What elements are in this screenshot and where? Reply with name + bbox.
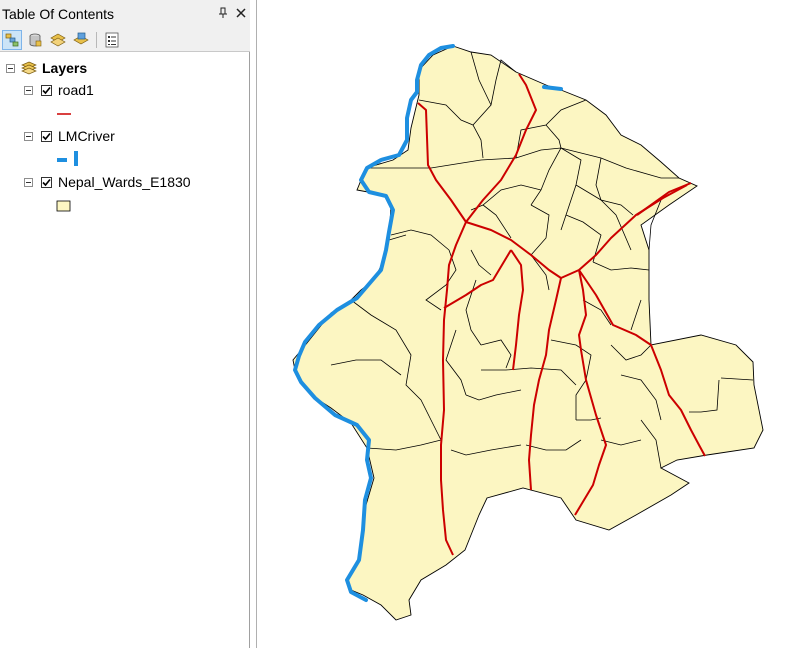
layer-name-lmcriver: LMCriver: [58, 128, 115, 144]
collapse-layers-toggle[interactable]: [6, 63, 15, 73]
list-by-visibility-button[interactable]: [48, 30, 68, 50]
layer-name-road1: road1: [58, 82, 94, 98]
toolbar-separator: [96, 31, 97, 48]
toc-title-bar: Table Of Contents: [0, 0, 250, 28]
toc-title: Table Of Contents: [2, 6, 115, 22]
close-icon[interactable]: [236, 6, 246, 20]
pin-icon[interactable]: [218, 6, 228, 20]
arcmap-window: Table Of Contents Layers road1 LMCriver …: [0, 0, 800, 648]
collapse-nepal-wards-toggle[interactable]: [24, 177, 33, 187]
lmcriver-symbol[interactable]: [56, 148, 80, 168]
options-icon: [105, 32, 119, 47]
checkmark-icon: [42, 132, 51, 140]
map-canvas[interactable]: [257, 0, 800, 648]
red-line-symbol-icon: [57, 113, 71, 115]
list-by-selection-button[interactable]: [71, 30, 91, 50]
list-by-drawing-order-button[interactable]: [2, 29, 22, 50]
road1-symbol[interactable]: [56, 104, 72, 124]
blue-line-symbol-icon: [57, 151, 78, 166]
nepal-wards-symbol[interactable]: [56, 196, 72, 216]
list-by-drawing-order-icon: [5, 33, 19, 46]
nepal-wards-visibility-checkbox[interactable]: [41, 176, 52, 188]
road1-visibility-checkbox[interactable]: [41, 84, 52, 96]
map-display[interactable]: [256, 0, 800, 648]
list-by-source-button[interactable]: [25, 30, 45, 50]
layer-name-nepal-wards: Nepal_Wards_E1830: [58, 174, 191, 190]
layers-group-label: Layers: [42, 60, 88, 76]
layer-row-road1[interactable]: road1: [24, 80, 94, 100]
checkmark-icon: [42, 178, 51, 186]
checkmark-icon: [42, 86, 51, 94]
table-of-contents-panel: Table Of Contents Layers road1 LMCriver …: [0, 0, 250, 648]
list-by-visibility-icon: [50, 33, 66, 46]
options-button[interactable]: [102, 30, 122, 50]
layers-group-row[interactable]: Layers: [6, 58, 87, 78]
lmcriver-visibility-checkbox[interactable]: [41, 130, 52, 142]
collapse-road1-toggle[interactable]: [24, 85, 33, 95]
collapse-lmcriver-toggle[interactable]: [24, 131, 33, 141]
list-by-source-icon: [29, 33, 42, 46]
polygon-fill-symbol-icon: [56, 200, 71, 212]
layer-row-nepal-wards[interactable]: Nepal_Wards_E1830: [24, 172, 191, 192]
toc-toolbar: [0, 28, 250, 52]
toc-title-buttons: [218, 6, 246, 20]
list-by-selection-icon: [73, 32, 89, 44]
layers-group-icon: [21, 61, 37, 75]
layer-row-lmcriver[interactable]: LMCriver: [24, 126, 115, 146]
